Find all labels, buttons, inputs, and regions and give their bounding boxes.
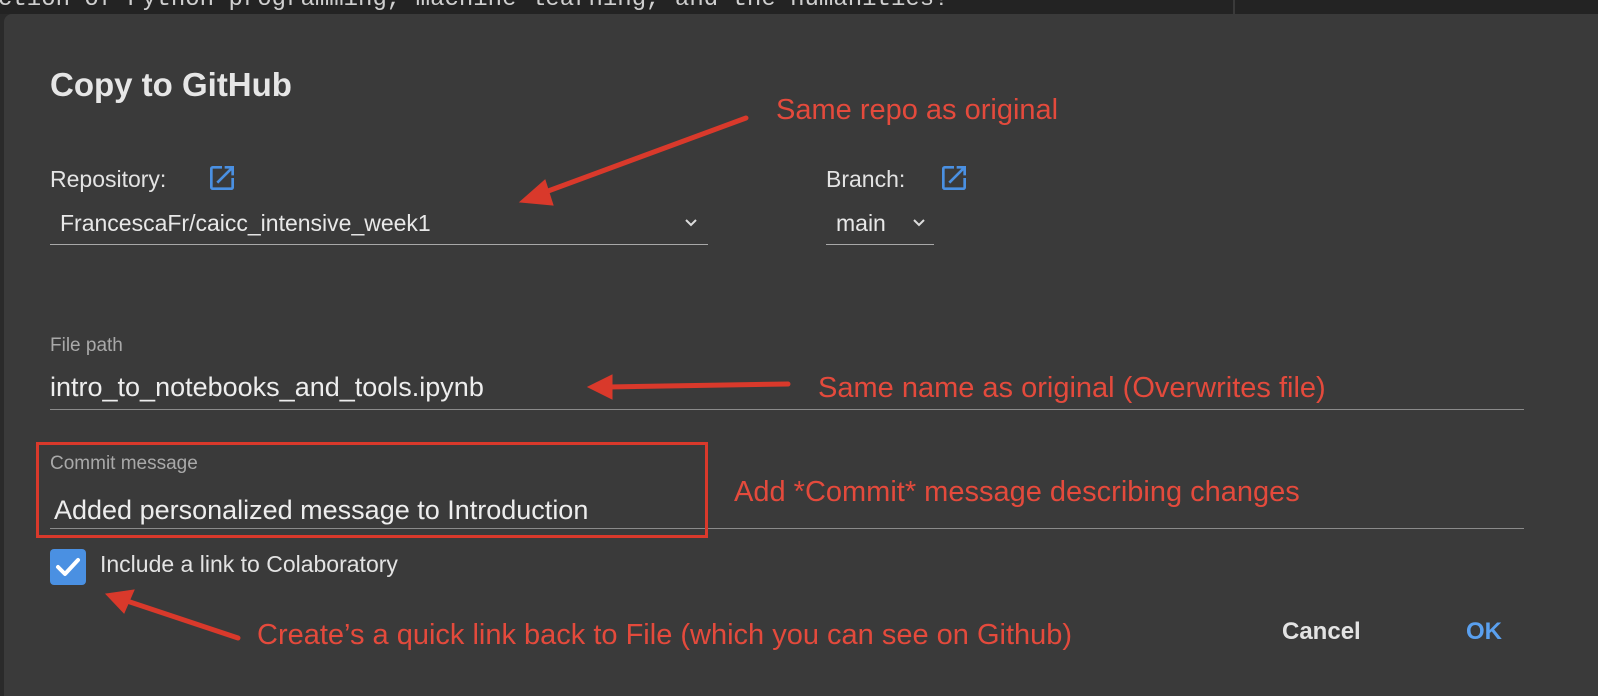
include-link-label[interactable]: Include a link to Colaboratory bbox=[100, 551, 398, 578]
chevron-down-icon bbox=[685, 219, 697, 227]
branch-select[interactable]: main bbox=[826, 206, 934, 245]
checkmark-icon bbox=[56, 558, 80, 576]
background-divider bbox=[1233, 0, 1235, 14]
chevron-down-icon bbox=[913, 219, 925, 227]
repository-label: Repository: bbox=[50, 166, 167, 192]
branch-label: Branch: bbox=[826, 166, 906, 192]
background-notebook: ction of Python programming, machine lea… bbox=[0, 0, 1598, 14]
annotation-commit-message: Add *Commit* message describing changes bbox=[734, 476, 1300, 508]
copy-to-github-dialog: Copy to GitHub Repository: FrancescaFr/c… bbox=[4, 14, 1598, 696]
open-in-new-icon[interactable] bbox=[938, 162, 970, 194]
file-path-label: File path bbox=[50, 335, 123, 356]
dialog-title: Copy to GitHub bbox=[50, 66, 292, 103]
commit-highlight-box bbox=[36, 442, 708, 538]
ok-button[interactable]: OK bbox=[1466, 618, 1502, 646]
annotation-same-name: Same name as original (Overwrites file) bbox=[818, 372, 1326, 404]
annotation-same-repo: Same repo as original bbox=[776, 94, 1059, 126]
cancel-button[interactable]: Cancel bbox=[1282, 618, 1361, 646]
background-code-text: ction of Python programming, machine lea… bbox=[0, 0, 949, 13]
file-path-underline bbox=[50, 409, 1524, 410]
annotation-quick-link: Create’s a quick link back to File (whic… bbox=[257, 619, 1073, 651]
open-in-new-icon[interactable] bbox=[206, 162, 238, 194]
include-link-checkbox[interactable] bbox=[50, 549, 86, 585]
repository-select[interactable]: FrancescaFr/caicc_intensive_week1 bbox=[50, 206, 708, 245]
repository-value: FrancescaFr/caicc_intensive_week1 bbox=[60, 210, 431, 236]
branch-value: main bbox=[836, 210, 886, 236]
